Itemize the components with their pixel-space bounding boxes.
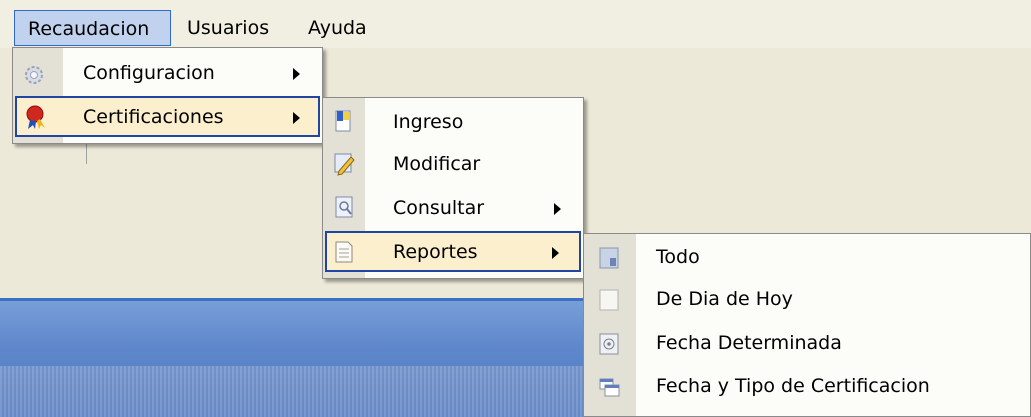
- menu-item-modificar[interactable]: Modificar: [325, 145, 581, 185]
- gear-icon: [21, 62, 43, 84]
- blank-page-icon: [598, 288, 620, 311]
- menu-item-label: Certificaciones: [83, 106, 224, 128]
- menu-item-fecha-determinada[interactable]: Fecha Determinada: [586, 324, 1028, 364]
- menu-item-label: Fecha Determinada: [656, 332, 842, 354]
- menu-item-label: De Dia de Hoy: [656, 288, 793, 310]
- recaudacion-menu: Configuracion Certificaciones: [12, 47, 323, 144]
- menu-item-todo[interactable]: Todo: [586, 238, 1028, 278]
- reportes-menu: Todo De Dia de Hoy Fecha Determinada Fec…: [583, 233, 1031, 417]
- menu-item-label: Reportes: [393, 241, 478, 263]
- menu-item-reportes[interactable]: Reportes: [325, 231, 581, 272]
- flag-document-icon: [333, 109, 355, 132]
- windows-icon: [598, 375, 620, 397]
- menu-item-consultar[interactable]: Consultar: [325, 189, 581, 229]
- certificaciones-menu: Ingreso Modificar Consultar Reportes: [322, 97, 584, 279]
- menu-item-label: Ingreso: [393, 111, 464, 133]
- menu-item-label: Configuracion: [83, 62, 215, 84]
- submenu-arrow-icon: [293, 68, 300, 80]
- list-icon: [598, 246, 620, 269]
- menubar-item-usuarios[interactable]: Usuarios: [175, 10, 281, 46]
- submenu-arrow-icon: [552, 247, 559, 259]
- submenu-arrow-icon: [293, 112, 300, 124]
- ribbon-seal-icon: [23, 104, 45, 129]
- menu-item-label: Modificar: [393, 153, 481, 175]
- menu-item-ingreso[interactable]: Ingreso: [325, 103, 581, 143]
- menu-item-de-dia-de-hoy[interactable]: De Dia de Hoy: [586, 280, 1028, 320]
- edit-document-icon: [333, 151, 355, 176]
- menu-item-fecha-y-tipo[interactable]: Fecha y Tipo de Certificacion: [586, 367, 1028, 407]
- menu-item-label: Fecha y Tipo de Certificacion: [656, 375, 930, 397]
- calendar-target-icon: [598, 332, 620, 355]
- search-document-icon: [333, 195, 355, 218]
- menubar-item-recaudacion[interactable]: Recaudacion: [14, 10, 171, 46]
- menu-item-label: Todo: [656, 246, 700, 268]
- submenu-arrow-icon: [554, 203, 561, 215]
- menu-bar: Recaudacion Usuarios Ayuda: [0, 0, 1031, 48]
- menubar-item-ayuda[interactable]: Ayuda: [296, 10, 379, 46]
- menu-item-configuracion[interactable]: Configuracion: [15, 54, 320, 94]
- menu-item-certificaciones[interactable]: Certificaciones: [15, 96, 320, 137]
- menu-item-label: Consultar: [393, 197, 485, 219]
- report-document-icon: [333, 239, 355, 263]
